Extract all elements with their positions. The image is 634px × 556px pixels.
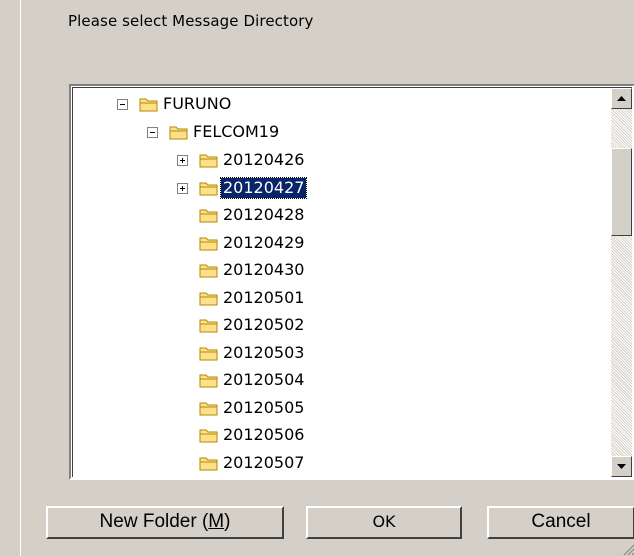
tree-node-label: 20120501 [223,287,305,307]
tree-node-folder[interactable]: 20120427 [73,176,593,200]
tree-node-folder[interactable]: 20120430 [73,258,593,282]
folder-icon [169,126,188,140]
tree-node-folder[interactable]: 20120507 [73,451,593,475]
folder-icon [199,319,218,333]
dialog-prompt: Please select Message Directory [68,12,314,30]
tree-node-label: 20120428 [223,205,305,224]
folder-icon [199,264,218,278]
collapse-icon[interactable] [117,99,128,110]
tree-node-folder[interactable]: 20120429 [73,231,593,255]
folder-icon [199,429,218,443]
cancel-label: Cancel [531,511,591,532]
select-directory-dialog: Please select Message Directory FURUNO F… [20,0,634,556]
folder-icon [199,347,218,360]
folder-icon [199,209,218,223]
folder-icon [199,374,218,388]
tree-node-felcom19[interactable]: FELCOM19 [73,120,593,144]
tree-node-folder[interactable]: 20120506 [73,423,593,447]
tree-viewport: FURUNO FELCOM19 20120426 20120427 20120428… [72,87,632,477]
tree-node-folder[interactable]: 20120426 [73,148,593,172]
tree-node-label: 20120502 [223,315,305,334]
folder-icon [199,402,218,415]
scroll-down-arrow-icon [617,463,626,469]
tree-node-label: 20120505 [223,397,305,417]
tree-node-folder[interactable]: 20120502 [73,313,593,337]
tree-node-label: 20120503 [223,342,305,362]
folder-icon [199,292,218,305]
folder-icon [199,457,218,470]
scroll-up-button[interactable] [611,88,632,109]
tree-node-folder[interactable]: 20120428 [73,203,593,227]
resize-grip-icon[interactable] [621,542,634,556]
scroll-thumb[interactable] [611,148,632,236]
expand-icon[interactable] [177,182,188,194]
tree-node-label: 20120430 [223,260,305,279]
folder-icon [199,154,218,168]
new-folder-mnemonic: M [208,511,225,532]
tree-node-label: 20120504 [223,370,305,389]
tree-node-label: FELCOM19 [193,122,280,141]
scroll-down-button[interactable] [611,456,632,477]
collapse-icon[interactable] [147,127,158,138]
tree-node-label: 20120427 [219,176,308,199]
tree-node-folder[interactable]: 20120504 [73,368,593,392]
expand-icon[interactable] [177,155,188,166]
new-folder-label-prefix: New Folder ( [99,511,209,532]
tree-node-folder[interactable]: 20120501 [73,286,593,310]
tree-node-label: 20120507 [223,452,305,472]
tree-node-folder[interactable]: 20120503 [73,341,593,365]
ok-button[interactable]: OK [306,506,462,539]
tree-node-label: 20120426 [223,150,305,169]
cancel-button[interactable]: Cancel [487,506,634,539]
tree-node-label: 20120506 [223,425,305,444]
ok-label: OK [372,512,396,531]
folder-icon [199,182,218,195]
folder-icon [199,237,218,250]
new-folder-label-suffix: ) [224,511,231,532]
vertical-scrollbar[interactable] [611,88,632,477]
new-folder-button[interactable]: New Folder (M) [46,506,284,539]
directory-tree[interactable]: FURUNO FELCOM19 20120426 20120427 20120428… [69,84,634,480]
tree-node-furuno[interactable]: FURUNO [73,92,593,116]
folder-icon [139,98,158,112]
tree-node-label: FURUNO [163,94,232,113]
scroll-up-arrow-icon [617,95,626,101]
tree-node-folder[interactable]: 20120505 [73,396,593,420]
tree-node-label: 20120429 [223,232,305,252]
